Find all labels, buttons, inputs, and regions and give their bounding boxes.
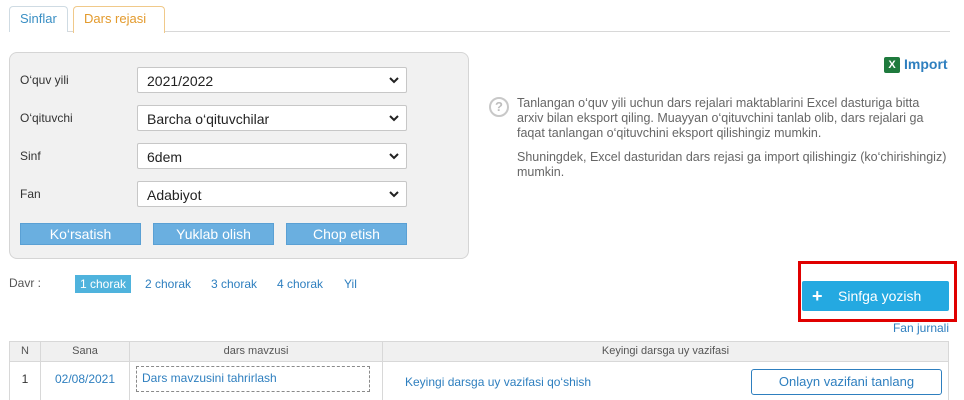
chevron-down-icon xyxy=(389,153,399,160)
subject-journal-link[interactable]: Fan jurnali xyxy=(893,321,949,335)
chevron-down-icon xyxy=(389,115,399,122)
header-homework: Keyingi darsga uy vazifasi xyxy=(601,345,730,357)
period-year[interactable]: Yil xyxy=(339,275,362,293)
subject-select[interactable]: Adabiyot xyxy=(137,181,407,207)
tab-lesson-plan[interactable]: Dars rejasi xyxy=(73,6,165,33)
filter-teacher-row: O‘qituvchi Barcha o‘qituvchilar xyxy=(10,105,468,133)
period-q1[interactable]: 1 chorak xyxy=(75,275,132,293)
chevron-down-icon xyxy=(389,191,399,198)
chevron-down-icon xyxy=(389,77,399,84)
info-paragraph-1: Tanlangan o‘quv yili uchun dars rejalari… xyxy=(517,96,924,140)
page: Sinflar Dars rejasi O‘quv yili 2021/2022… xyxy=(0,0,964,400)
filter-subject-row: Fan Adabiyot xyxy=(10,181,468,209)
teacher-select[interactable]: Barcha o‘qituvchilar xyxy=(137,105,407,131)
header-n: N xyxy=(10,342,41,361)
row-topic-cell: Dars mavzusini tahrirlash xyxy=(130,362,383,400)
info-paragraph-2: Shuningdek, Excel dasturidan dars rejasi… xyxy=(517,150,947,179)
row-date-link[interactable]: 02/08/2021 xyxy=(41,362,130,400)
help-icon: ? xyxy=(489,97,509,117)
add-homework-link[interactable]: Keyingi darsga uy vazifasi qo‘shish xyxy=(405,375,591,389)
class-label: Sinf xyxy=(20,149,41,163)
teacher-label: O‘qituvchi xyxy=(20,111,73,125)
class-value: 6dem xyxy=(147,149,183,165)
write-to-class-button[interactable]: + Sinfga yozish xyxy=(802,281,949,311)
filter-class-row: Sinf 6dem xyxy=(10,143,468,171)
subject-value: Adabiyot xyxy=(147,187,202,203)
filter-year-row: O‘quv yili 2021/2022 xyxy=(10,67,468,95)
excel-icon: X xyxy=(884,57,900,73)
year-value: 2021/2022 xyxy=(147,73,214,89)
table-row: 1 02/08/2021 Dars mavzusini tahrirlash K… xyxy=(9,362,949,400)
period-label: Davr : xyxy=(9,276,42,290)
tab-bar: Sinflar Dars rejasi xyxy=(9,6,950,33)
filter-panel: O‘quv yili 2021/2022 O‘qituvchi Barcha o… xyxy=(9,52,469,259)
header-topic: dars mavzusi xyxy=(130,342,383,361)
plus-icon: + xyxy=(812,286,823,306)
row-homework-cell: Keyingi darsga uy vazifasi qo‘shish Onla… xyxy=(383,362,948,400)
period-q3[interactable]: 3 chorak xyxy=(206,275,262,293)
print-button[interactable]: Chop etish xyxy=(286,223,407,245)
row-number: 1 xyxy=(10,362,41,400)
tab-classes[interactable]: Sinflar xyxy=(9,6,68,32)
show-button[interactable]: Ko‘rsatish xyxy=(20,223,141,245)
header-date: Sana xyxy=(41,342,130,361)
period-q4[interactable]: 4 chorak xyxy=(272,275,328,293)
teacher-value: Barcha o‘qituvchilar xyxy=(147,111,270,127)
download-button[interactable]: Yuklab olish xyxy=(153,223,274,245)
edit-topic-button[interactable]: Dars mavzusini tahrirlash xyxy=(136,366,370,392)
write-to-class-label: Sinfga yozish xyxy=(838,288,922,304)
info-text: Tanlangan o‘quv yili uchun dars rejalari… xyxy=(517,96,947,180)
choose-online-task-button[interactable]: Onlayn vazifani tanlang xyxy=(751,369,942,395)
class-select[interactable]: 6dem xyxy=(137,143,407,169)
import-label: Import xyxy=(904,56,948,72)
period-q2[interactable]: 2 chorak xyxy=(140,275,196,293)
table-header: N Sana dars mavzusi Keyingi darsga uy va… xyxy=(9,341,949,362)
subject-label: Fan xyxy=(20,187,41,201)
year-label: O‘quv yili xyxy=(20,73,69,87)
year-select[interactable]: 2021/2022 xyxy=(137,67,407,93)
